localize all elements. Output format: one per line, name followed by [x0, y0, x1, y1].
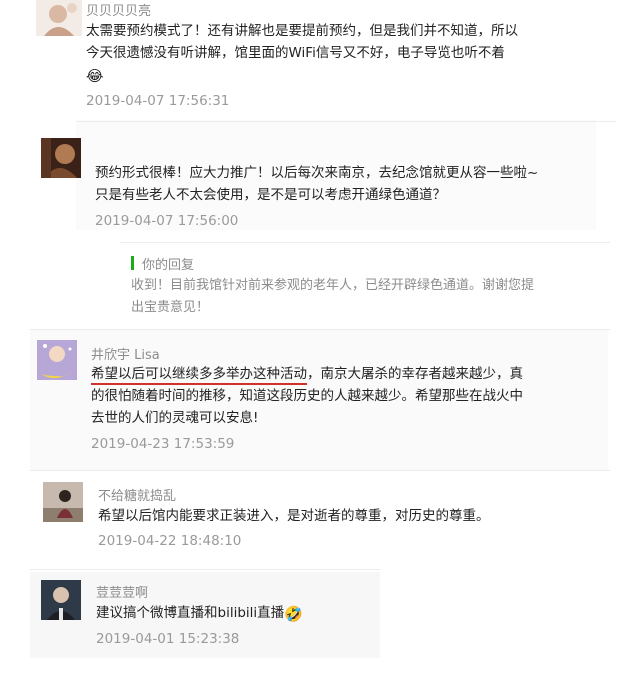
highlighted-text: 希望以后可以继续多多举办这种活动: [91, 366, 307, 385]
divider: [120, 242, 610, 243]
comment-timestamp: 2019-04-07 17:56:00: [95, 213, 239, 229]
divider: [76, 121, 616, 122]
reply-indicator-bar: [131, 256, 134, 270]
avatar-image: [41, 580, 81, 620]
divider: [30, 470, 610, 471]
user-avatar[interactable]: [36, 0, 82, 36]
avatar-image: [36, 0, 82, 36]
user-name[interactable]: 不给糖就捣乱: [98, 485, 176, 504]
comment-text: 预约形式很棒！应大力推广！以后每次来南京，去纪念馆就更从容一些啦~只是有些老人不…: [95, 165, 539, 203]
comment-text: 希望以后馆内能要求正装进入，是对逝者的尊重，对历史的尊重。: [98, 508, 490, 524]
reply-text: 收到！目前我馆针对前来参观的老年人，已经开辟绿色通道。谢谢您提出宝贵意见！: [131, 278, 535, 315]
comment-timestamp: 2019-04-22 18:48:10: [98, 533, 242, 549]
avatar-image: [43, 482, 83, 522]
comment-text: 建议搞个微博直播和bilibili直播🤣: [96, 605, 303, 623]
comment-timestamp: 2019-04-23 17:53:59: [91, 436, 235, 452]
comment-timestamp: 2019-04-01 15:23:38: [96, 631, 240, 647]
avatar-image: [37, 340, 77, 380]
user-name[interactable]: 井欣宇 Lisa: [91, 344, 160, 363]
avatar-image: [41, 138, 81, 178]
user-name[interactable]: 荳荳荳啊: [96, 582, 148, 601]
user-name[interactable]: 贝贝贝贝亮: [86, 0, 151, 19]
user-avatar[interactable]: [37, 340, 77, 380]
divider: [30, 329, 610, 330]
reply-title: 你的回复: [142, 258, 195, 273]
user-avatar[interactable]: [41, 138, 81, 178]
divider: [30, 569, 380, 570]
user-avatar[interactable]: [41, 580, 81, 620]
rolling-laughing-emoji-icon: 🤣: [284, 605, 303, 623]
comment-timestamp: 2019-04-07 17:56:31: [86, 93, 230, 109]
user-avatar[interactable]: [43, 482, 83, 522]
comment-text: 太需要预约模式了！还有讲解也是要提前预约，但是我们并不知道，所以今天很遗憾没有听…: [86, 23, 518, 85]
comment-text: 希望以后可以继续多多举办这种活动，南京大屠杀的幸存者越来越少，真的很怕随着时间的…: [91, 366, 523, 426]
laughing-crying-emoji-icon: 😂: [86, 67, 104, 85]
